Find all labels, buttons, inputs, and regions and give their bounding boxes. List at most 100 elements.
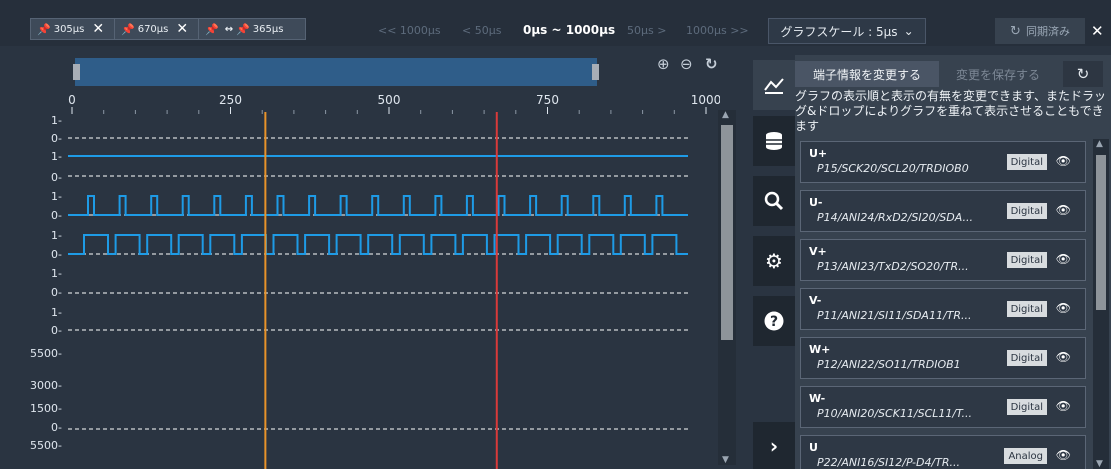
channel-name: W+ <box>809 343 831 356</box>
channel-name: U+ <box>809 147 828 160</box>
graph-scale-dropdown[interactable]: グラフスケール : 5μs ⌄ <box>768 18 926 44</box>
overview-right-handle[interactable] <box>592 64 599 80</box>
channel-pins: P10/ANI20/SCK11/SCL11/T... <box>817 407 973 420</box>
channel-name: V- <box>809 294 822 307</box>
channel-pins: P11/ANI21/SI11/SDA11/TR... <box>817 309 972 322</box>
y-axis-label: 0- <box>51 286 62 299</box>
eye-icon[interactable]: 👁 <box>1056 252 1071 266</box>
pin-orange-icon: 📌 <box>37 22 51 36</box>
y-axis-label: 0- <box>51 248 62 261</box>
search-icon <box>764 191 784 211</box>
overview-scrollbar[interactable] <box>73 58 599 86</box>
pin-red-icon: 📌 <box>236 22 250 36</box>
nav-fwd-50[interactable]: 50μs > <box>627 24 666 37</box>
tab-database[interactable] <box>753 116 795 166</box>
tab-search[interactable] <box>753 176 795 226</box>
channel-type-badge: Digital <box>1006 350 1047 366</box>
panel-vertical-scrollbar[interactable]: ▲ ▼ <box>1093 139 1109 469</box>
scroll-down-icon[interactable]: ▼ <box>1096 459 1103 469</box>
channel-pins: P15/SCK20/SCL20/TRDIOB0 <box>817 162 969 175</box>
marker-2-chip[interactable]: 📌 670μs ✕ <box>114 18 199 40</box>
chart-icon <box>764 78 784 94</box>
eye-icon[interactable]: 👁 <box>1056 203 1071 217</box>
eye-icon[interactable]: 👁 <box>1056 301 1071 315</box>
overview-left-handle[interactable] <box>73 64 80 80</box>
chevron-right-icon: › <box>769 433 779 458</box>
zoom-out-icon[interactable]: ⊖ <box>680 55 693 73</box>
zoom-reset-icon[interactable]: ↻ <box>705 55 718 73</box>
channel-card[interactable]: W- P10/ANI20/SCK11/SCL11/T... Digital 👁 <box>800 386 1086 428</box>
eye-icon[interactable]: 👁 <box>1056 350 1071 364</box>
y-axis-label: 0- <box>51 324 62 337</box>
channel-pins: P14/ANI24/RxD2/SI20/SDA... <box>817 211 973 224</box>
marker-2-value: 670μs <box>137 23 169 35</box>
channel-name: W- <box>809 392 826 405</box>
eye-icon[interactable]: 👁 <box>1056 448 1071 462</box>
eye-icon[interactable]: 👁 <box>1056 399 1071 413</box>
marker-diff-value: 365μs <box>252 23 284 35</box>
sync-icon: ↻ <box>1010 23 1021 39</box>
channel-pins: P22/ANI16/SI12/P-D4/TR... <box>817 456 960 469</box>
y-axis-labels: 1- 0- 1- 0- 1- 0- 1- 0- 1- 0- 1- 0- 5500- 3000- 1500- 0… <box>30 114 62 452</box>
y-axis-label: 1- <box>51 150 62 163</box>
zoom-in-icon[interactable]: ⊕ <box>657 55 670 73</box>
y-axis-label: 1- <box>51 267 62 280</box>
waveform-chart[interactable]: 0 250 500 750 1000 1- 0- 1- 0- 1- 0- 1- 0- 1- 0- 1- 0- 5… <box>0 90 720 469</box>
scroll-up-icon[interactable]: ▲ <box>1096 139 1103 149</box>
nav-fwd-1000[interactable]: 1000μs >> <box>686 24 749 37</box>
channel-card[interactable]: W+ P12/ANI22/SO11/TRDIOB1 Digital 👁 <box>800 337 1086 379</box>
save-changes-button[interactable]: 変更を保存する <box>947 61 1049 87</box>
y-axis-label: 0- <box>51 421 62 434</box>
y-axis-label: 5500- <box>30 439 62 452</box>
y-axis-label: 0- <box>51 171 62 184</box>
nav-back-1000[interactable]: << 1000μs <box>378 24 441 37</box>
channel-card[interactable]: U P22/ANI16/SI12/P-D4/TR... Analog 👁 <box>800 435 1086 469</box>
channel-type-badge: Digital <box>1006 301 1047 317</box>
chevron-down-icon: ⌄ <box>903 24 914 38</box>
waveform-vertical-scrollbar[interactable]: ▲ ▼ <box>718 110 736 465</box>
marker-diff-chip[interactable]: 📌 ↔ 📌 365μs <box>198 18 306 40</box>
tab-expand[interactable]: › <box>753 422 795 469</box>
channel-name: U <box>809 441 818 454</box>
tab-graph[interactable] <box>753 60 795 110</box>
channel-name: U- <box>809 196 823 209</box>
svg-text:?: ? <box>770 314 778 330</box>
change-terminal-info-button[interactable]: 端子情報を変更する <box>795 61 939 87</box>
channel-card[interactable]: V- P11/ANI21/SI11/SDA11/TR... Digital 👁 <box>800 288 1086 330</box>
marker-2-close-icon[interactable]: ✕ <box>176 21 188 37</box>
scroll-thumb[interactable] <box>1096 155 1106 310</box>
tab-help[interactable]: ? <box>753 296 795 346</box>
marker-1-close-icon[interactable]: ✕ <box>92 21 104 37</box>
signal-traces <box>68 137 688 430</box>
graph-scale-label: グラフスケール : 5μs <box>780 24 898 39</box>
scroll-up-icon[interactable]: ▲ <box>722 110 729 120</box>
channel-name: V+ <box>809 245 827 258</box>
channel-type-badge: Digital <box>1006 399 1047 415</box>
channel-card[interactable]: U- P14/ANI24/RxD2/SI20/SDA... Digital 👁 <box>800 190 1086 232</box>
close-icon[interactable]: ✕ <box>1091 22 1104 40</box>
tab-settings[interactable]: ⚙ <box>753 236 795 286</box>
channel-pins: P13/ANI23/TxD2/SO20/TR... <box>817 260 969 273</box>
channel-card[interactable]: U+ P15/SCK20/SCL20/TRDIOB0 Digital 👁 <box>800 141 1086 183</box>
y-axis-label: 1500- <box>30 402 62 415</box>
nav-back-50[interactable]: < 50μs <box>462 24 501 37</box>
sync-label: 同期済み <box>1025 25 1070 38</box>
trace-v-minus <box>68 234 688 255</box>
scroll-down-icon[interactable]: ▼ <box>722 455 729 465</box>
database-icon <box>766 132 782 150</box>
y-axis-label: 0- <box>51 132 62 145</box>
channel-type-badge: Digital <box>1006 203 1047 219</box>
marker-1-value: 305μs <box>53 23 85 35</box>
channel-pins: P12/ANI22/SO11/TRDIOB1 <box>817 358 961 371</box>
cursor-lines[interactable] <box>264 112 498 469</box>
channel-card[interactable]: V+ P13/ANI23/TxD2/SO20/TR... Digital 👁 <box>800 239 1086 281</box>
reset-icon[interactable]: ↻ <box>1063 61 1103 87</box>
trace-v-plus <box>68 195 688 216</box>
y-axis-label: 5500- <box>30 347 62 360</box>
marker-1-chip[interactable]: 📌 305μs ✕ <box>30 18 115 40</box>
x-tick-label: 250 <box>219 93 242 107</box>
y-axis-label: 0- <box>51 209 62 222</box>
scroll-thumb[interactable] <box>721 125 733 340</box>
eye-icon[interactable]: 👁 <box>1056 154 1071 168</box>
sync-button[interactable]: ↻ 同期済み <box>995 18 1085 44</box>
